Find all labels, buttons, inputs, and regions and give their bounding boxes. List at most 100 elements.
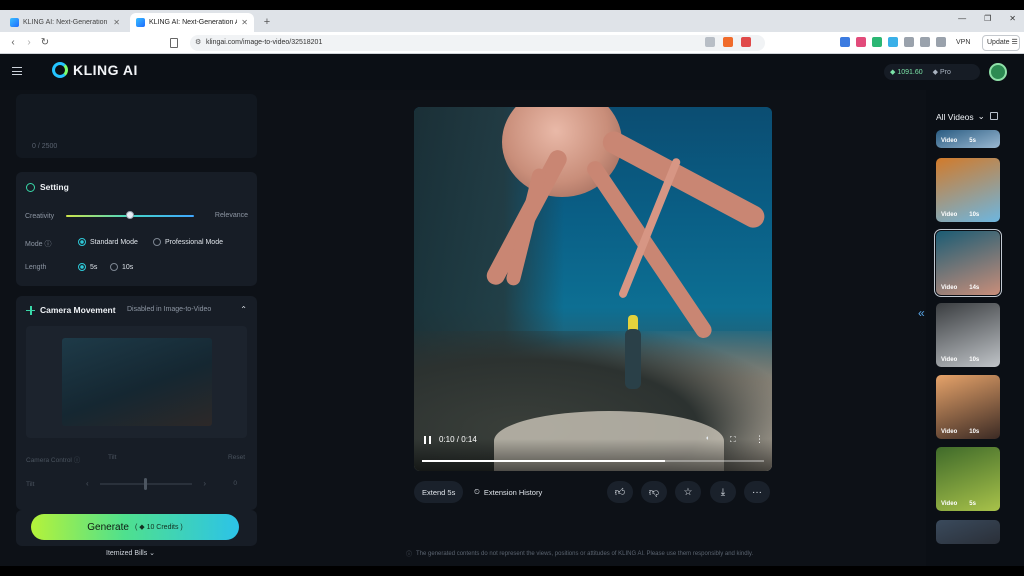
extension-icon[interactable] (872, 37, 882, 47)
prompt-box[interactable]: 0 / 2500 (16, 94, 257, 158)
reload-icon[interactable]: ↻ (38, 36, 52, 50)
generate-credits-text: 10 Credits (146, 524, 179, 531)
extension-icon[interactable] (856, 37, 866, 47)
pause-icon[interactable] (424, 436, 431, 444)
extension-icon[interactable] (888, 37, 898, 47)
playback-progress-fill (422, 460, 665, 462)
video-thumbnail[interactable] (936, 520, 1000, 544)
camera-title-text: Camera Movement (40, 305, 116, 315)
bookmark-icon[interactable] (170, 38, 178, 48)
credits-balance: ◆ 1091.60 (890, 69, 923, 76)
volume-icon[interactable]: ◖ (705, 435, 709, 442)
tab-title: KLING AI: Next-Generation AI Cre (149, 19, 237, 26)
creativity-label: Creativity (25, 213, 55, 220)
fullscreen-icon[interactable]: ⛶ (730, 435, 736, 445)
address-bar-icons (705, 37, 751, 47)
history-icon: ⏲ (474, 487, 480, 496)
logo-text: KLING AI (73, 62, 138, 78)
dislike-button[interactable]: 👎︎ (641, 481, 667, 503)
left-panel: 0 / 2500 Setting Creativity Relevance Mo… (0, 90, 266, 566)
extension-icon[interactable] (904, 37, 914, 47)
extension-history-button[interactable]: ⏲ Extension History (466, 481, 550, 503)
video-thumbnail[interactable]: Video 14s (934, 229, 1002, 297)
extensions-area: VPN (840, 37, 970, 47)
video-history-sidebar: All Videos ⌄ Video 5s Video 10s Video 14s Vide… (926, 90, 1024, 566)
browser-tab-1[interactable]: KLING AI: Next-Generation AI Creat ✕ (4, 13, 126, 32)
maximize-icon[interactable]: ❐ (984, 14, 991, 23)
url-field[interactable]: ⚙ klingai.com/image-to-video/32518201 (190, 35, 765, 51)
brave-shield-icon[interactable] (723, 37, 733, 47)
video-thumbnail[interactable]: Video 5s (936, 130, 1000, 148)
thumbnail-kind: Video (941, 285, 958, 291)
app-header: KLING AI ◆ 1091.60 ◆ Pro (0, 54, 1024, 90)
tilt-thumb (144, 478, 147, 490)
wallet-icon[interactable] (936, 37, 946, 47)
multi-select-icon[interactable] (990, 112, 998, 120)
radio-label: Standard Mode (90, 238, 138, 246)
hamburger-menu-icon[interactable] (12, 67, 22, 75)
site-info-icon[interactable]: ⚙ (195, 35, 201, 51)
thumbnail-duration: 5s (969, 501, 976, 507)
back-icon[interactable]: ‹ (6, 36, 20, 50)
sidebar-toggle-icon[interactable] (920, 37, 930, 47)
all-videos-dropdown[interactable]: All Videos ⌄ (936, 111, 985, 122)
thumbnail-kind: Video (941, 138, 958, 144)
browser-tab-2[interactable]: KLING AI: Next-Generation AI Cre ✕ (130, 13, 254, 32)
mode-label: Mode ⓘ (25, 241, 52, 248)
radio-dot (78, 238, 86, 246)
length-10s-radio[interactable]: 10s (110, 263, 133, 271)
video-thumbnail[interactable]: Video 5s (936, 447, 1000, 511)
camera-preview-image (62, 338, 212, 426)
radio-dot (110, 263, 118, 271)
itemized-bills-link[interactable]: Itemized Bills ⌄ (106, 549, 155, 557)
length-5s-radio[interactable]: 5s (78, 263, 97, 271)
video-player[interactable]: 0:10 / 0:14 ◖ ⛶ ⋮ (414, 107, 772, 471)
close-window-icon[interactable]: ✕ (1009, 14, 1016, 23)
kling-favicon-icon (136, 18, 145, 27)
setting-title: Setting (26, 182, 69, 192)
download-button[interactable]: ⤓ (710, 481, 736, 503)
like-button[interactable]: 👍︎ (607, 481, 633, 503)
video-thumbnail[interactable]: Video 10s (936, 158, 1000, 222)
video-thumbnail[interactable]: Video 10s (936, 375, 1000, 439)
credits-pill[interactable]: ◆ 1091.60 ◆ Pro (884, 64, 980, 80)
extension-icon[interactable] (840, 37, 850, 47)
forward-icon[interactable]: › (22, 36, 36, 50)
collapse-sidebar-icon[interactable]: « (918, 306, 925, 320)
thumbnail-meta: Video 10s (941, 357, 979, 363)
share-icon[interactable] (705, 37, 715, 47)
favorite-button[interactable]: ☆ (675, 481, 701, 503)
standard-mode-radio[interactable]: Standard Mode (78, 238, 138, 246)
update-label: Update (987, 39, 1010, 46)
video-thumbnail[interactable]: Video 10s (936, 303, 1000, 367)
radio-dot (78, 263, 86, 271)
more-options-button[interactable]: ··· (744, 481, 770, 503)
playback-progress-bar[interactable] (422, 460, 764, 462)
all-videos-label: All Videos (936, 111, 974, 122)
professional-mode-radio[interactable]: Professional Mode (153, 238, 223, 246)
close-tab-icon[interactable]: ✕ (113, 18, 120, 27)
tilt-value: 0 (233, 480, 237, 487)
extend-5s-button[interactable]: Extend 5s (414, 481, 464, 503)
download-icon: ⤓ (720, 486, 726, 498)
more-vertical-icon[interactable]: ⋮ (755, 434, 764, 445)
vpn-button[interactable]: VPN (956, 39, 970, 46)
update-button[interactable]: Update ☰ (982, 35, 1020, 51)
camera-control-label: Camera Control ⓘ (26, 457, 81, 464)
thumbnail-kind: Video (941, 357, 958, 363)
chevron-up-icon[interactable]: ⌃ (240, 305, 247, 314)
chevron-left-icon: ‹ (86, 479, 89, 488)
rewards-icon[interactable] (741, 37, 751, 47)
new-tab-button[interactable]: + (260, 15, 274, 29)
generate-button[interactable]: Generate ( ◆ 10 Credits ) (31, 514, 239, 540)
kling-logo[interactable]: KLING AI (52, 62, 138, 78)
prompt-char-counter: 0 / 2500 (32, 143, 58, 150)
minimize-icon[interactable]: — (958, 14, 966, 23)
user-avatar[interactable] (989, 63, 1007, 81)
browser-tab-bar: KLING AI: Next-Generation AI Creat ✕ KLI… (0, 10, 1024, 32)
setting-title-text: Setting (40, 182, 69, 192)
close-tab-icon[interactable]: ✕ (241, 18, 248, 27)
thumbnail-duration: 10s (969, 212, 980, 218)
slider-knob[interactable] (126, 211, 134, 219)
window-controls: — ❐ ✕ (958, 14, 1016, 23)
